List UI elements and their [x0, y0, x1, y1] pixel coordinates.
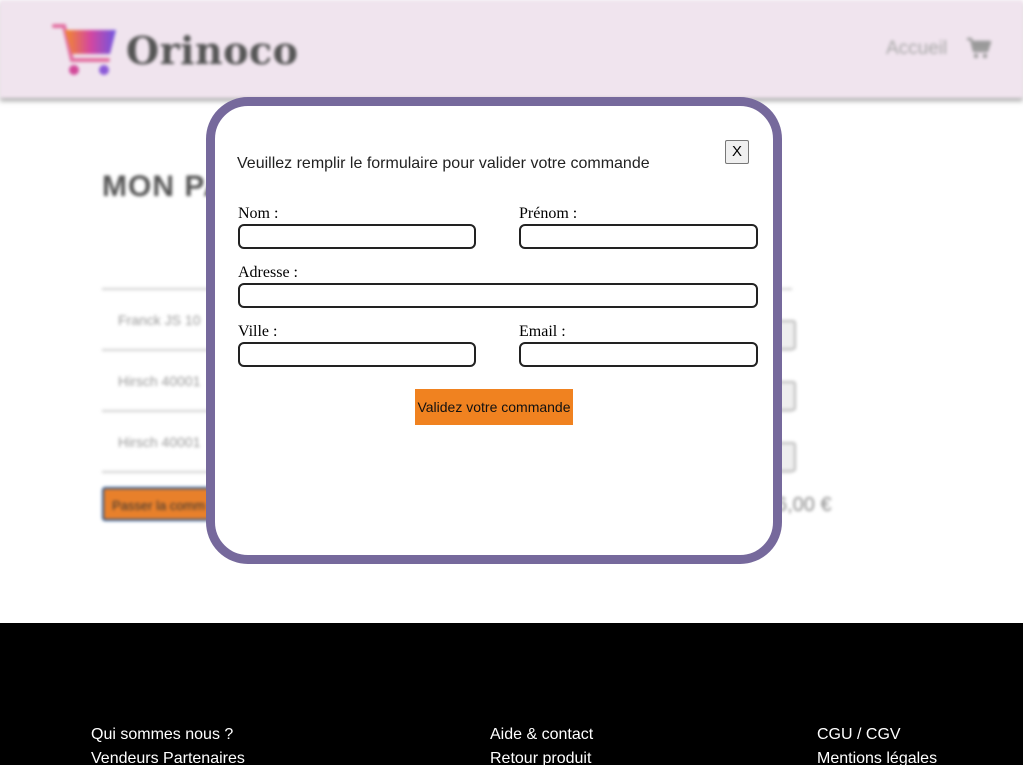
site-footer: Qui sommes nous ? Vendeurs Partenaires A…: [0, 623, 1023, 767]
nom-label: Nom :: [238, 205, 279, 222]
brand-name: Orinoco: [126, 28, 299, 73]
adresse-input[interactable]: [238, 283, 758, 308]
footer-link-terms[interactable]: CGU / CGV: [817, 723, 937, 747]
footer-link-about[interactable]: Qui sommes nous ?: [91, 723, 245, 747]
nav-home-link[interactable]: Accueil: [886, 38, 947, 60]
footer-link-legal[interactable]: Mentions légales: [817, 747, 937, 771]
cart-item-name: Franck JS 10: [118, 312, 201, 328]
prenom-label: Prénom :: [519, 205, 578, 222]
site-logo[interactable]: Orinoco: [52, 20, 298, 80]
footer-column-1: Qui sommes nous ? Vendeurs Partenaires: [91, 723, 245, 771]
close-modal-button[interactable]: X: [725, 140, 749, 164]
ville-label: Ville :: [238, 323, 278, 340]
nom-input[interactable]: [238, 224, 476, 249]
footer-link-returns[interactable]: Retour produit: [490, 747, 593, 771]
email-label: Email :: [519, 323, 566, 340]
prenom-input[interactable]: [519, 224, 758, 249]
footer-column-3: CGU / CGV Mentions légales: [817, 723, 937, 771]
footer-link-help[interactable]: Aide & contact: [490, 723, 593, 747]
logo-cart-icon: [52, 24, 116, 75]
ville-input[interactable]: [238, 342, 476, 367]
adresse-label: Adresse :: [238, 264, 298, 281]
shopping-cart-icon[interactable]: [966, 36, 992, 60]
submit-order-button[interactable]: Validez votre commande: [415, 389, 573, 425]
modal-title: Veuillez remplir le formulaire pour vali…: [237, 155, 650, 172]
cart-item-name: Hirsch 40001: [118, 373, 201, 389]
order-form-modal: X Veuillez remplir le formulaire pour va…: [206, 97, 782, 564]
email-input[interactable]: [519, 342, 758, 367]
footer-link-partners[interactable]: Vendeurs Partenaires: [91, 747, 245, 771]
footer-column-2: Aide & contact Retour produit: [490, 723, 593, 771]
site-header: Orinoco Accueil: [0, 0, 1023, 98]
cart-total: 6,00 €: [776, 494, 832, 516]
cart-item-name: Hirsch 40001: [118, 434, 201, 450]
